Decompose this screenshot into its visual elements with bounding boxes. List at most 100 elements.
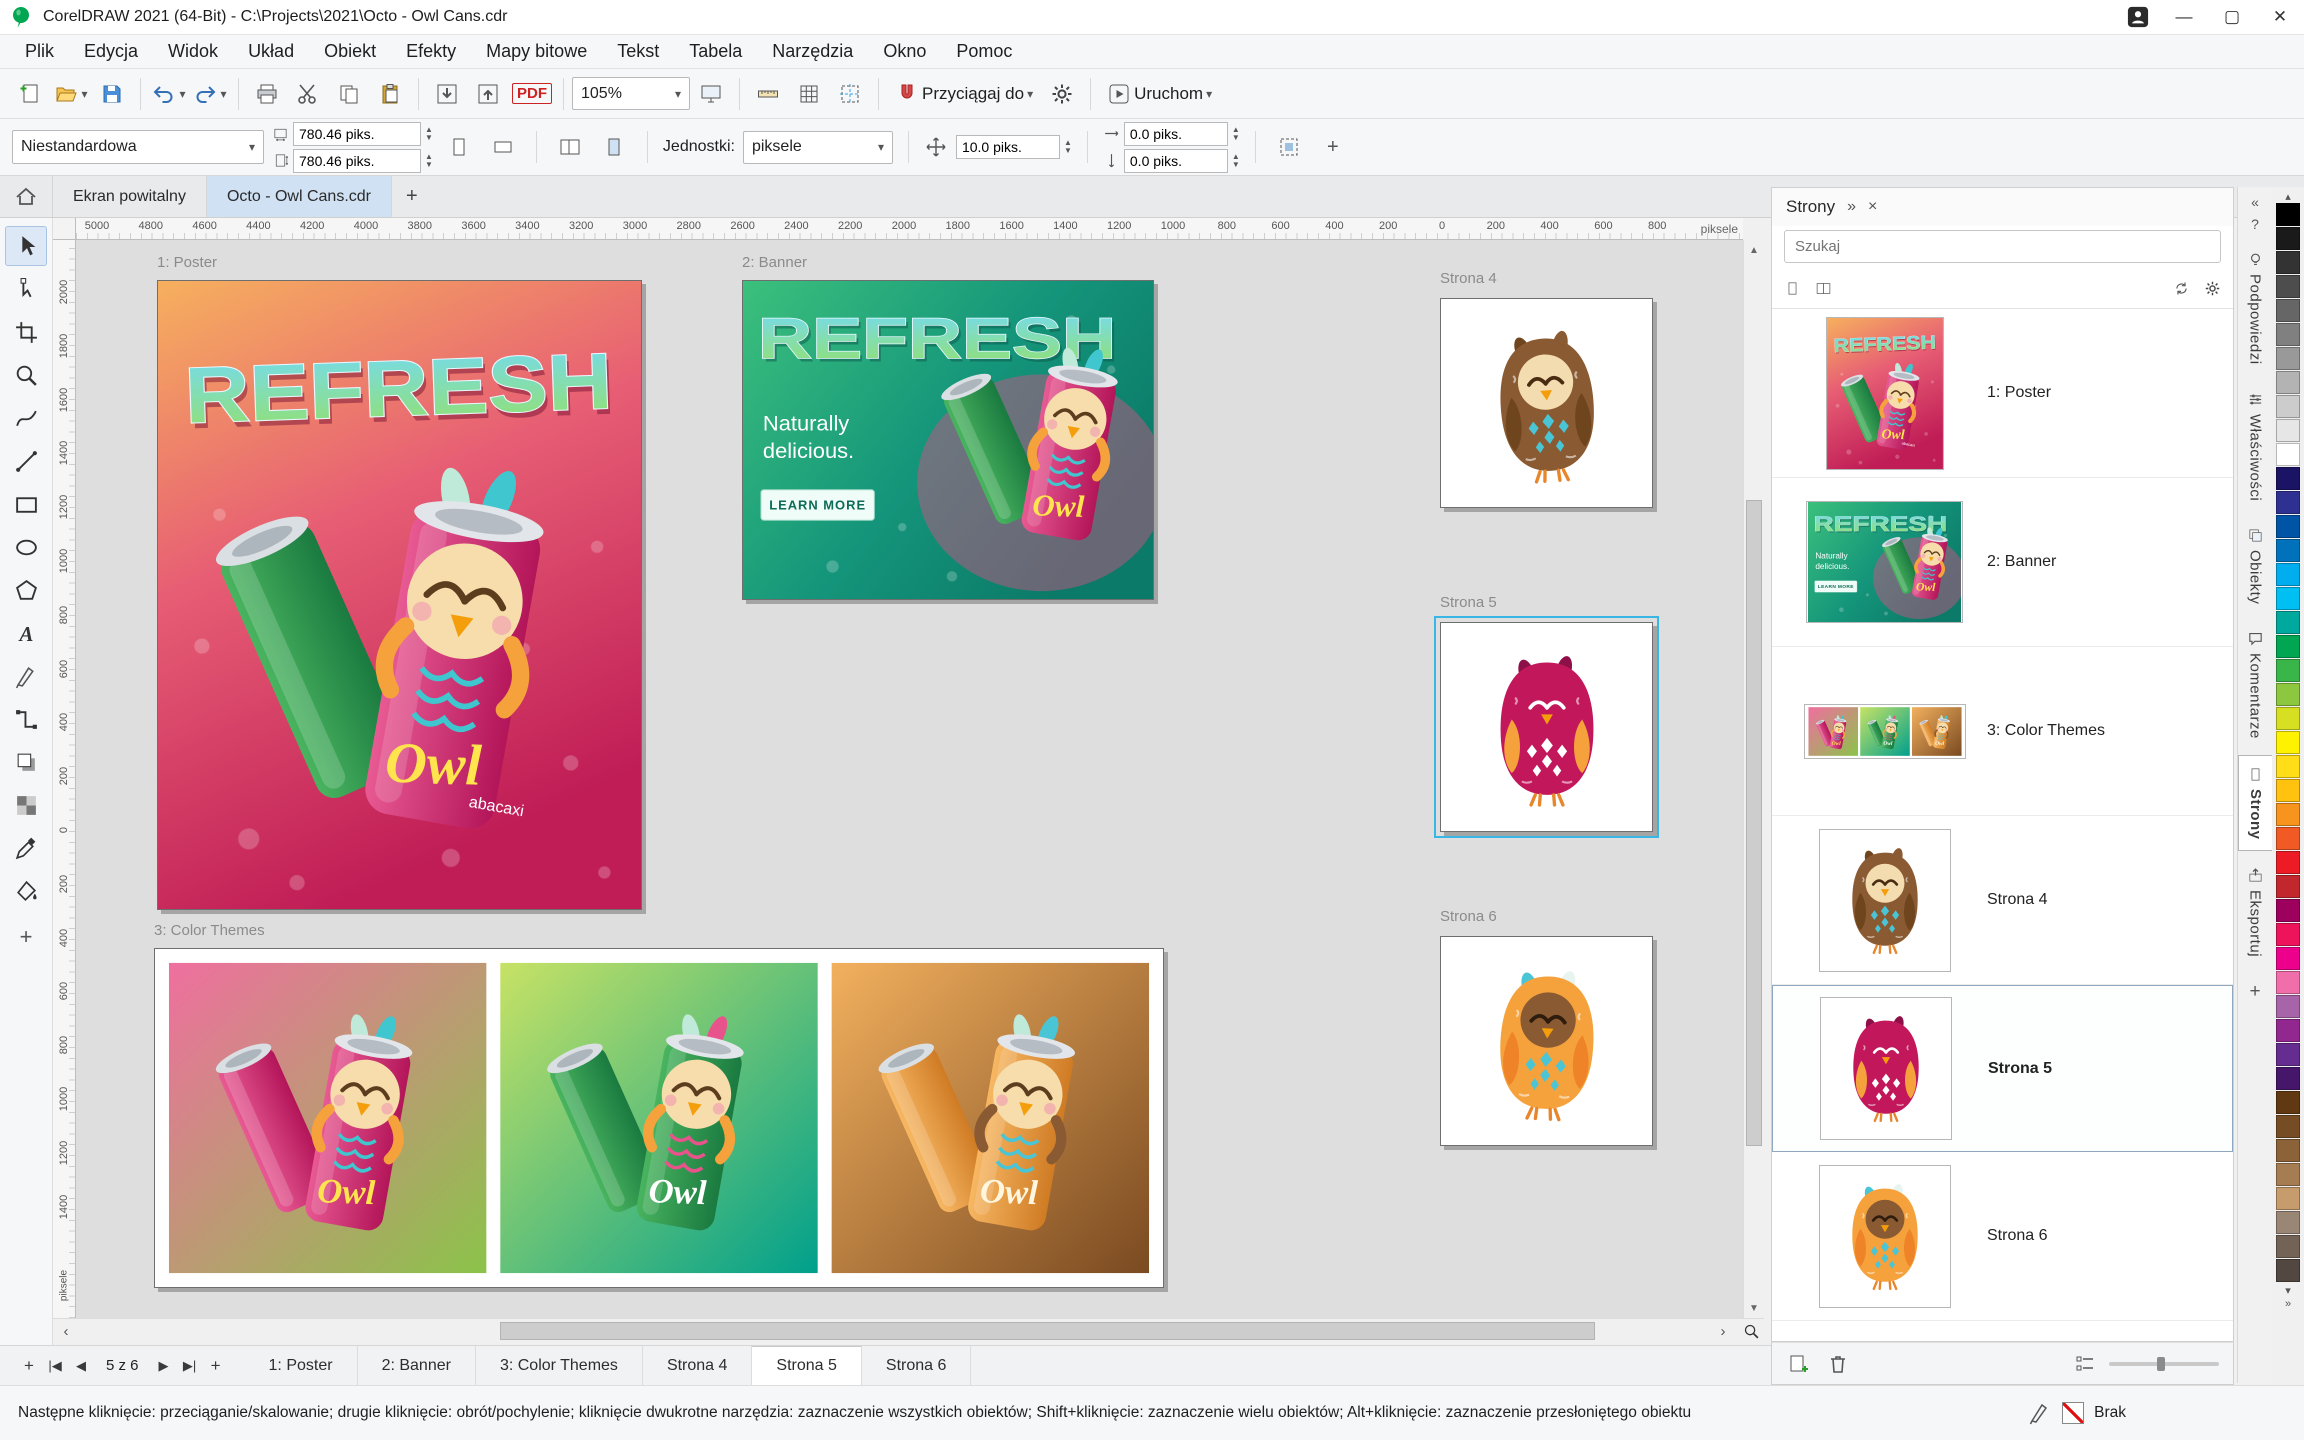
print-button[interactable] — [247, 74, 287, 114]
page-tab-3-color-themes[interactable]: 3: Color Themes — [476, 1346, 643, 1386]
pick-tool[interactable] — [5, 226, 47, 266]
palette-swatch[interactable] — [2276, 803, 2300, 826]
horizontal-scrollbar[interactable]: ‹ › — [53, 1318, 1764, 1344]
show-guidelines-button[interactable] — [830, 74, 870, 114]
dock-tab-eksportuj[interactable]: Eksportuj — [2238, 857, 2272, 967]
palette-swatch[interactable] — [2276, 1043, 2300, 1066]
propbar-add-button[interactable]: + — [1315, 129, 1351, 165]
palette-swatch[interactable] — [2276, 635, 2300, 658]
add-page-icon[interactable] — [1786, 1352, 1810, 1376]
close-button[interactable]: ✕ — [2256, 0, 2304, 35]
poster-thumbnail[interactable] — [1826, 317, 1944, 470]
palette-swatch[interactable] — [2276, 419, 2300, 442]
palette-expand-icon[interactable]: » — [2285, 1297, 2291, 1311]
tab-document[interactable]: Octo - Owl Cans.cdr — [207, 176, 392, 217]
palette-swatch[interactable] — [2276, 323, 2300, 346]
next-page-button[interactable]: ▶ — [151, 1352, 177, 1380]
import-button[interactable] — [427, 74, 467, 114]
duplicate-x-spinner[interactable]: ▲▼ — [1232, 126, 1240, 142]
dock-tab-podpowiedzi[interactable]: Podpowiedzi — [2238, 241, 2272, 375]
pages-docker-row[interactable]: Strona 6 — [1772, 1152, 2233, 1321]
delete-page-icon[interactable] — [1826, 1352, 1850, 1376]
vertical-scrollbar[interactable]: ▲ ▼ — [1743, 240, 1764, 1318]
palette-swatch[interactable] — [2276, 827, 2300, 850]
new-document-button[interactable] — [10, 74, 50, 114]
palette-swatch[interactable] — [2276, 563, 2300, 586]
slider-knob[interactable] — [2157, 1357, 2165, 1371]
palette-swatch[interactable] — [2276, 1259, 2300, 1282]
palette-swatch[interactable] — [2276, 1163, 2300, 1186]
account-icon[interactable] — [2116, 0, 2160, 35]
shape-tool[interactable] — [5, 269, 47, 309]
palette-swatch[interactable] — [2276, 443, 2300, 466]
palette-swatch[interactable] — [2276, 539, 2300, 562]
sync-icon[interactable] — [2173, 280, 2190, 297]
snap-to-dropdown[interactable]: Przyciągaj do ▾ — [887, 74, 1041, 114]
dock-tab-komentarze[interactable]: Komentarze — [2238, 620, 2272, 749]
palette-swatch[interactable] — [2276, 227, 2300, 250]
menu-item-widok[interactable]: Widok — [153, 35, 233, 69]
page-tab-1-poster[interactable]: 1: Poster — [245, 1346, 358, 1386]
scroll-up-button[interactable]: ▲ — [1744, 240, 1764, 260]
palette-swatch[interactable] — [2276, 1115, 2300, 1138]
menu-item-efekty[interactable]: Efekty — [391, 35, 471, 69]
page-height-spinner[interactable]: ▲▼ — [425, 153, 433, 169]
palette-swatch[interactable] — [2276, 299, 2300, 322]
drop-shadow-tool[interactable] — [5, 742, 47, 782]
canvas-page-strona4[interactable] — [1440, 298, 1653, 508]
palette-swatch[interactable] — [2276, 1235, 2300, 1258]
canvas-page-strona6[interactable] — [1440, 936, 1653, 1146]
polygon-tool[interactable] — [5, 570, 47, 610]
docker-close-icon[interactable]: × — [1868, 198, 1877, 216]
palette-swatch[interactable] — [2276, 515, 2300, 538]
list-view-icon[interactable] — [2073, 1352, 2097, 1376]
first-page-button[interactable]: |◀ — [42, 1352, 68, 1380]
docker-search-box[interactable] — [1784, 230, 2221, 263]
palette-swatch[interactable] — [2276, 707, 2300, 730]
strip-collapse-icon[interactable]: « — [2251, 191, 2259, 213]
text-tool[interactable]: A — [5, 613, 47, 653]
palette-swatch[interactable] — [2276, 875, 2300, 898]
palette-swatch[interactable] — [2276, 923, 2300, 946]
palette-swatch[interactable] — [2276, 587, 2300, 610]
canvas-page-poster[interactable] — [157, 280, 642, 910]
show-rulers-button[interactable] — [748, 74, 788, 114]
dock-tab-obiekty[interactable]: Obiekty — [2238, 517, 2272, 614]
facing-pages-icon[interactable] — [1815, 280, 1832, 297]
palette-swatch[interactable] — [2276, 467, 2300, 490]
launch-dropdown[interactable]: Uruchom ▾ — [1099, 74, 1220, 114]
palette-swatch[interactable] — [2276, 779, 2300, 802]
units-combo[interactable]: piksele ▾ — [743, 131, 893, 164]
palette-swatch[interactable] — [2276, 851, 2300, 874]
palette-swatch[interactable] — [2276, 275, 2300, 298]
menu-item-uk-ad[interactable]: Układ — [233, 35, 309, 69]
freehand-tool[interactable] — [5, 398, 47, 438]
canvas-page-banner[interactable] — [742, 280, 1154, 600]
scroll-right-button[interactable]: › — [1712, 1321, 1734, 1341]
minimize-button[interactable]: — — [2160, 0, 2208, 35]
page-tab-strona-4[interactable]: Strona 4 — [643, 1346, 752, 1386]
page-height-field[interactable] — [293, 149, 421, 173]
duplicate-x-field[interactable] — [1124, 122, 1228, 146]
two-point-line-tool[interactable] — [5, 441, 47, 481]
palette-swatch[interactable] — [2276, 1067, 2300, 1090]
docker-settings-gear-icon[interactable] — [2204, 280, 2221, 297]
canvas-page-themes[interactable] — [154, 948, 1164, 1288]
options-button[interactable] — [1042, 74, 1082, 114]
welcome-home-tab[interactable] — [0, 176, 53, 217]
page-tab-2-banner[interactable]: 2: Banner — [358, 1346, 476, 1386]
palette-swatch[interactable] — [2276, 1091, 2300, 1114]
add-page-before-button[interactable]: + — [16, 1352, 42, 1380]
customize-toolbox-button[interactable]: + — [20, 924, 33, 950]
palette-swatch[interactable] — [2276, 899, 2300, 922]
palette-swatch[interactable] — [2276, 491, 2300, 514]
palette-swatch[interactable] — [2276, 947, 2300, 970]
strip-help-icon[interactable]: ? — [2251, 213, 2259, 235]
scroll-down-button[interactable]: ▼ — [1744, 1298, 1764, 1318]
strona6-thumbnail[interactable] — [1826, 1172, 1944, 1296]
duplicate-y-spinner[interactable]: ▲▼ — [1232, 153, 1240, 169]
nudge-field[interactable] — [956, 135, 1060, 159]
undo-button[interactable]: ▾ — [149, 74, 189, 114]
banner-thumbnail[interactable] — [1806, 501, 1963, 623]
palette-swatch[interactable] — [2276, 1019, 2300, 1042]
